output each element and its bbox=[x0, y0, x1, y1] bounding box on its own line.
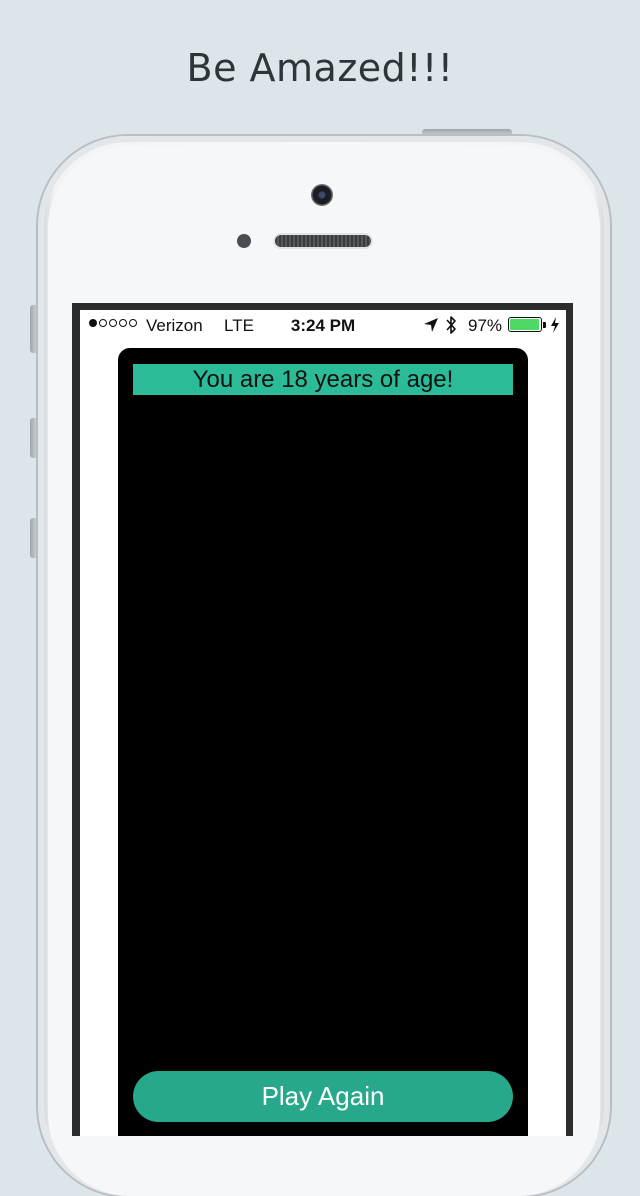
status-bar: Verizon LTE 3:24 PM 97% bbox=[80, 310, 566, 340]
front-camera bbox=[311, 184, 333, 206]
location-arrow-icon bbox=[424, 318, 438, 332]
bluetooth-icon bbox=[446, 316, 456, 334]
battery-level-fill bbox=[510, 319, 540, 330]
mute-switch bbox=[30, 305, 38, 353]
play-again-button[interactable]: Play Again bbox=[133, 1071, 513, 1122]
proximity-sensor bbox=[237, 234, 251, 248]
phone-display: Verizon LTE 3:24 PM 97% You are 18 years… bbox=[80, 310, 566, 1136]
battery-tip bbox=[543, 322, 546, 328]
earpiece-speaker bbox=[275, 235, 371, 247]
volume-up-button bbox=[30, 418, 38, 458]
promo-headline: Be Amazed!!! bbox=[186, 46, 454, 90]
charging-bolt-icon bbox=[551, 317, 559, 333]
battery-percentage: 97% bbox=[468, 316, 503, 335]
volume-down-button bbox=[30, 518, 38, 558]
app-card: You are 18 years of age! Play Again bbox=[118, 348, 528, 1136]
age-result-banner: You are 18 years of age! bbox=[133, 364, 513, 395]
battery-icon bbox=[508, 317, 542, 332]
